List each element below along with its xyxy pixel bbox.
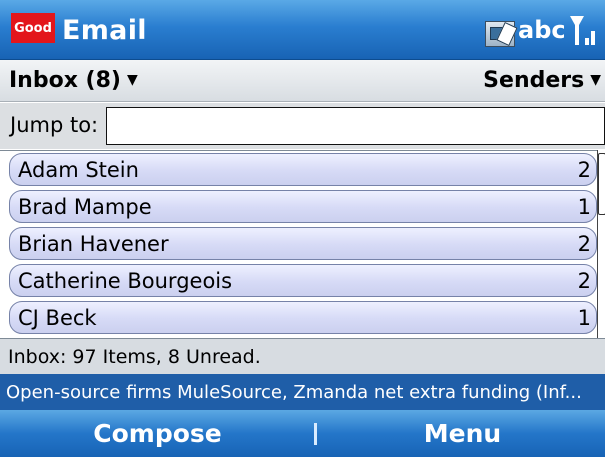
- menu-softkey[interactable]: Menu: [320, 410, 605, 457]
- sync-icon[interactable]: [485, 21, 515, 47]
- softkey-bar: Compose Menu: [0, 410, 605, 457]
- sender-name: Adam Stein: [18, 157, 139, 182]
- sort-dropdown-label: Senders: [483, 68, 585, 93]
- message-count: 1: [577, 194, 591, 219]
- title-bar: Good Email abc: [0, 0, 605, 60]
- compose-softkey[interactable]: Compose: [0, 410, 315, 457]
- folder-dropdown-label: Inbox (8): [9, 68, 121, 93]
- sender-name: Brian Havener: [18, 231, 169, 256]
- folder-dropdown[interactable]: Inbox (8) ▼: [9, 68, 138, 93]
- message-count: 1: [577, 305, 591, 330]
- jump-input[interactable]: [106, 107, 605, 145]
- sort-dropdown[interactable]: Senders ▼: [483, 68, 601, 93]
- list-item[interactable]: Brian Havener 2: [9, 227, 597, 260]
- message-count: 2: [577, 268, 591, 293]
- header-row: Inbox (8) ▼ Senders ▼: [0, 60, 605, 102]
- chevron-down-icon: ▼: [126, 72, 138, 88]
- list-scrollbar[interactable]: [597, 150, 605, 338]
- input-mode-indicator[interactable]: abc: [518, 16, 566, 44]
- sender-name: Brad Mampe: [18, 194, 152, 219]
- news-ticker[interactable]: Open-source firms MuleSource, Zmanda net…: [0, 374, 605, 410]
- softkey-divider: [314, 423, 317, 445]
- sender-name: CJ Beck: [18, 305, 97, 330]
- status-bar: Inbox: 97 Items, 8 Unread.: [0, 338, 605, 374]
- signal-icon: [570, 16, 595, 45]
- scroll-thumb[interactable]: [598, 153, 605, 215]
- email-screen: Good Email abc Inbox (8) ▼ Senders ▼ Jump …: [0, 0, 605, 457]
- app-title: Email: [62, 15, 147, 46]
- message-count: 2: [577, 231, 591, 256]
- jump-label: Jump to:: [10, 113, 99, 137]
- list-item[interactable]: CJ Beck 1: [9, 301, 597, 334]
- good-logo: Good: [11, 13, 55, 43]
- chevron-down-icon: ▼: [590, 72, 601, 88]
- list-item[interactable]: Adam Stein 2: [9, 153, 597, 186]
- message-count: 2: [577, 157, 591, 182]
- sender-list: Adam Stein 2 Brad Mampe 1 Brian Havener …: [0, 150, 605, 338]
- list-item[interactable]: Brad Mampe 1: [9, 190, 597, 223]
- sender-name: Catherine Bourgeois: [18, 268, 233, 293]
- jump-row: Jump to:: [0, 103, 605, 149]
- list-item[interactable]: Catherine Bourgeois 2: [9, 264, 597, 297]
